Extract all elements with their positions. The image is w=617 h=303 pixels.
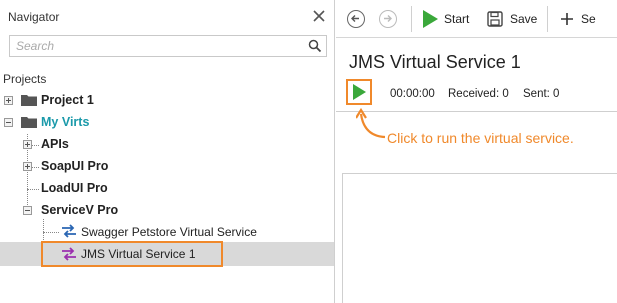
search-field[interactable]: [9, 35, 327, 57]
tree-item-label: Swagger Petstore Virtual Service: [81, 225, 257, 239]
content-area: [342, 173, 617, 303]
collapse-icon[interactable]: [4, 118, 13, 127]
save-icon: [487, 11, 503, 27]
toolbar: Start Save Se: [336, 0, 617, 38]
run-timer: 00:00:00: [390, 88, 435, 100]
toolbar-separator: [547, 6, 548, 32]
tree-connector: [27, 189, 39, 190]
virtual-service-icon: [60, 224, 78, 238]
folder-icon: [21, 116, 37, 128]
close-icon[interactable]: [311, 8, 327, 24]
toolbar-separator: [411, 6, 412, 32]
tree-item-label: APIs: [41, 137, 69, 151]
tree-item-label: ServiceV Pro: [41, 203, 119, 217]
folder-icon: [21, 94, 37, 106]
callout-text: Click to run the virtual service.: [387, 130, 574, 146]
received-count: Received: 0: [448, 88, 509, 100]
tree-item-label: My Virts: [41, 115, 90, 129]
tree-item-label: LoadUI Pro: [41, 181, 108, 195]
projects-label: Projects: [3, 72, 47, 86]
navigator-header: Navigator: [0, 0, 335, 34]
expand-icon[interactable]: [4, 96, 13, 105]
tree-item-label: SoapUI Pro: [41, 159, 109, 173]
new-label: Se: [581, 12, 596, 26]
collapse-icon[interactable]: [23, 206, 32, 215]
back-button[interactable]: [347, 10, 365, 28]
search-icon[interactable]: [308, 39, 322, 53]
tree-item-label: Project 1: [41, 93, 94, 107]
plus-icon: [560, 12, 574, 26]
tree-connector: [43, 232, 59, 233]
editor-panel: Start Save Se JMS Virtual Service 1 00:0…: [336, 0, 617, 303]
expand-icon[interactable]: [23, 140, 32, 149]
navigator-panel: Navigator Projects Project 1 My Virts: [0, 0, 335, 303]
sent-count: Sent: 0: [523, 88, 560, 100]
highlight-frame: [41, 241, 223, 267]
save-label: Save: [510, 12, 538, 26]
navigator-title: Navigator: [8, 10, 60, 24]
search-input[interactable]: [16, 38, 296, 54]
callout-arrow: [355, 107, 386, 140]
play-icon: [352, 84, 366, 100]
run-button[interactable]: [346, 79, 372, 105]
forward-button[interactable]: [379, 10, 397, 28]
start-label: Start: [444, 12, 470, 26]
page-title: JMS Virtual Service 1: [349, 52, 521, 72]
play-icon: [422, 10, 438, 28]
expand-icon[interactable]: [23, 162, 32, 171]
